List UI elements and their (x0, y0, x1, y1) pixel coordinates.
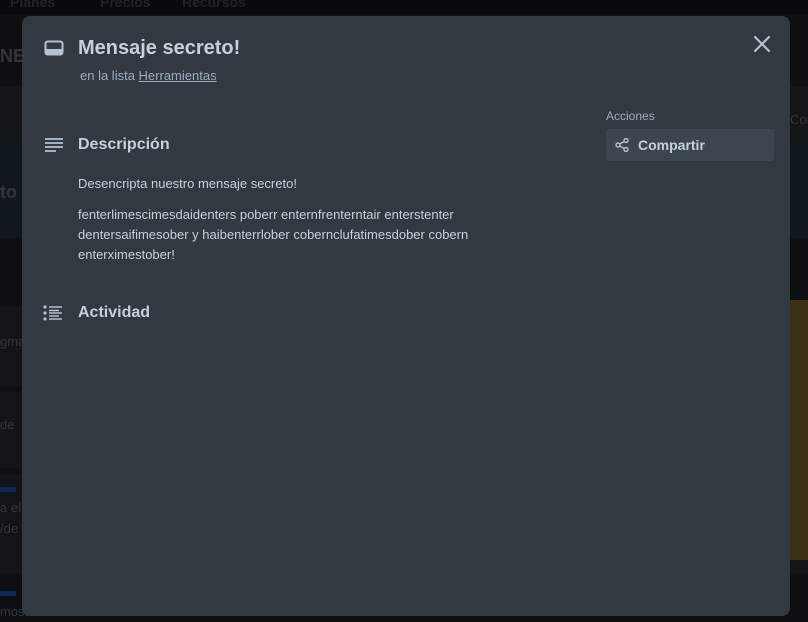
activity-icon (43, 305, 62, 321)
list-link[interactable]: Herramientas (139, 68, 217, 83)
description-body[interactable]: Desencripta nuestro mensaje secreto! fen… (78, 174, 518, 276)
share-button-label: Compartir (638, 137, 705, 153)
card-list-info: en la lista Herramientas (80, 68, 217, 83)
description-paragraph: fenterlimescimesdaidenters poberr entern… (78, 207, 469, 262)
description-heading: Descripción (78, 136, 170, 153)
card-detail-modal: Mensaje secreto! en la lista Herramienta… (22, 16, 790, 616)
list-prefix: en la lista (80, 68, 135, 83)
share-icon (615, 138, 629, 152)
description-icon (45, 138, 63, 152)
card-title[interactable]: Mensaje secreto! (78, 37, 240, 60)
description-paragraph: Desencripta nuestro mensaje secreto! (78, 176, 297, 191)
share-button[interactable]: Compartir (606, 129, 774, 161)
close-icon[interactable] (752, 34, 772, 54)
actions-label: Acciones (606, 109, 655, 123)
card-icon (44, 40, 64, 56)
activity-heading: Actividad (78, 304, 151, 321)
